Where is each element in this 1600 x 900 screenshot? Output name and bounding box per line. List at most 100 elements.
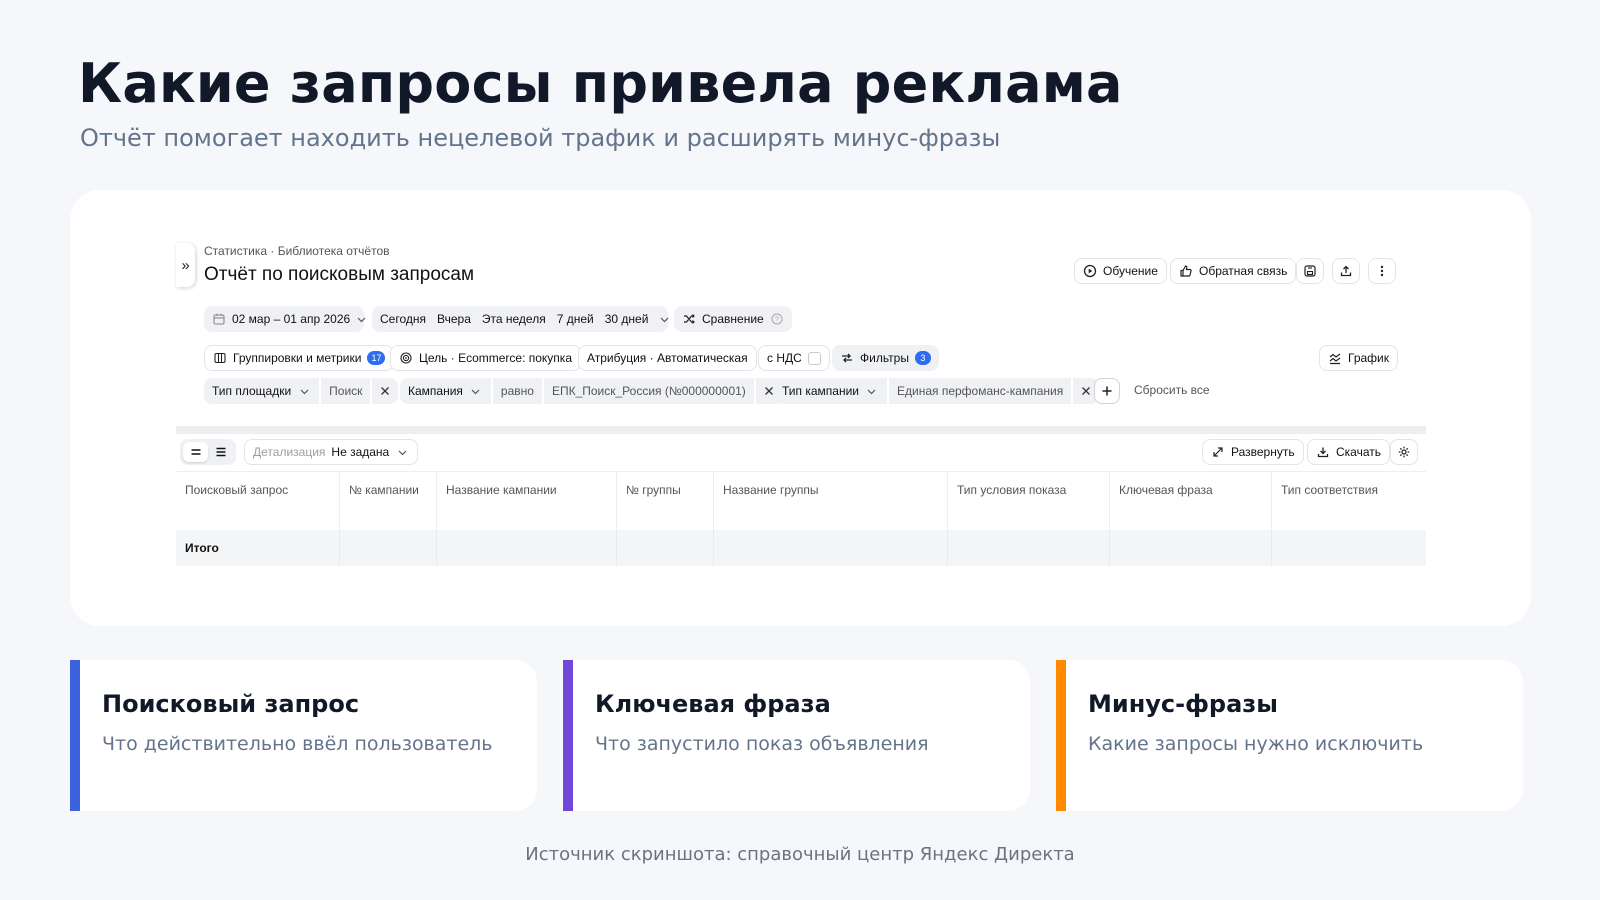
feature-title: Ключевая фраза xyxy=(595,690,831,718)
date-range-select[interactable]: 02 мар – 01 апр 2026 xyxy=(204,306,366,332)
feedback-button[interactable]: Обратная связь xyxy=(1170,258,1297,284)
save-button[interactable] xyxy=(1296,258,1324,284)
filter-chip-field-label: Кампания xyxy=(408,384,463,398)
column-header[interactable]: Поисковый запрос xyxy=(176,472,340,531)
filter-chip-platform: Тип площадки Поиск xyxy=(204,378,399,404)
download-button[interactable]: Скачать xyxy=(1307,439,1390,465)
view-toggle xyxy=(180,439,236,465)
filter-chip-remove[interactable] xyxy=(372,378,399,404)
period-7-days[interactable]: 7 дней xyxy=(557,312,594,326)
close-icon xyxy=(378,384,392,398)
attribution-label: Атрибуция · Автоматическая xyxy=(587,351,748,365)
feature-title: Поисковый запрос xyxy=(102,690,360,718)
filter-chip-field-label: Тип площадки xyxy=(212,384,292,398)
groupings-metrics-button[interactable]: Группировки и метрики 17 xyxy=(204,345,395,371)
add-filter-button[interactable] xyxy=(1094,378,1120,404)
table-cell xyxy=(714,530,948,566)
filter-chip-field[interactable]: Тип площадки xyxy=(204,378,320,404)
table-cell xyxy=(437,530,617,566)
breadcrumb[interactable]: Статистика · Библиотека отчётов xyxy=(204,244,390,258)
column-header[interactable]: Название кампании xyxy=(437,472,617,531)
vat-toggle[interactable]: с НДС xyxy=(758,345,830,371)
sidebar-expand-button[interactable]: » xyxy=(176,243,195,287)
feature-accent-bar xyxy=(70,660,80,811)
detail-label: Детализация xyxy=(253,445,326,459)
vat-checkbox[interactable] xyxy=(807,351,821,365)
column-header[interactable]: № группы xyxy=(617,472,714,531)
filter-chip-field-label: Тип кампании xyxy=(782,384,859,398)
period-yesterday[interactable]: Вчера xyxy=(437,312,471,326)
thumbs-up-icon xyxy=(1179,264,1193,278)
table-settings-button[interactable] xyxy=(1390,439,1418,465)
goal-label: Цель · Ecommerce: покупка xyxy=(419,351,572,365)
period-today[interactable]: Сегодня xyxy=(380,312,426,326)
chart-lines-icon xyxy=(1328,351,1342,365)
section-divider xyxy=(176,426,1426,434)
play-circle-icon xyxy=(1083,264,1097,278)
filter-chip-campaign-type: Тип кампании Единая перфоманс-кампания xyxy=(774,378,1100,404)
column-header[interactable]: Название группы xyxy=(714,472,948,531)
feature-card-keyword: Ключевая фраза Что запустило показ объяв… xyxy=(563,660,1030,811)
filter-chip-field[interactable]: Кампания xyxy=(400,378,491,404)
share-button[interactable] xyxy=(1332,258,1360,284)
view-expanded-button[interactable] xyxy=(208,442,233,462)
vat-label: с НДС xyxy=(767,351,802,365)
filters-button[interactable]: Фильтры 3 xyxy=(832,345,939,371)
report-screenshot: » Статистика · Библиотека отчётов Отчёт … xyxy=(176,240,1426,580)
slide-subtitle: Отчёт помогает находить нецелевой трафик… xyxy=(80,124,1001,152)
double-chevron-right-icon: » xyxy=(181,256,190,274)
attribution-select[interactable]: Атрибуция · Автоматическая xyxy=(578,345,757,371)
period-30-days[interactable]: 30 дней xyxy=(605,312,649,326)
detail-value: Не задана xyxy=(331,445,390,459)
table-cell xyxy=(340,530,437,566)
column-header[interactable]: Тип соответствия xyxy=(1272,472,1426,531)
filter-chip-campaign: Кампания равно ЕПК_Поиск_Россия (№000000… xyxy=(400,378,782,404)
expand-button[interactable]: Развернуть xyxy=(1202,439,1304,465)
period-this-week[interactable]: Эта неделя xyxy=(482,312,546,326)
chevron-down-icon[interactable] xyxy=(659,312,670,326)
chevron-down-icon xyxy=(469,384,483,398)
svg-text:?: ? xyxy=(775,317,779,324)
quick-period-group: Сегодня Вчера Эта неделя 7 дней 30 дней xyxy=(372,306,670,332)
filter-chip-value[interactable]: Поиск xyxy=(321,378,371,404)
filter-swap-icon xyxy=(840,351,854,365)
feature-description: Что запустило показ объявления xyxy=(595,733,929,755)
goal-select[interactable]: Цель · Ecommerce: покупка xyxy=(390,345,581,371)
columns-icon xyxy=(213,351,227,365)
filter-chip-value[interactable]: Единая перфоманс-кампания xyxy=(888,378,1072,404)
feature-description: Какие запросы нужно исключить xyxy=(1088,733,1424,755)
view-compact-button[interactable] xyxy=(183,442,208,462)
list-icon xyxy=(214,445,228,459)
column-header[interactable]: Тип условия показа xyxy=(948,472,1110,531)
chart-button[interactable]: График xyxy=(1319,345,1398,371)
save-icon xyxy=(1303,264,1317,278)
gear-icon xyxy=(1397,445,1411,459)
download-icon xyxy=(1316,445,1330,459)
chevron-down-icon xyxy=(865,384,879,398)
column-header[interactable]: Ключевая фраза xyxy=(1110,472,1272,531)
filter-chip-field[interactable]: Тип кампании xyxy=(774,378,887,404)
calendar-icon xyxy=(212,312,226,326)
filter-chip-value[interactable]: ЕПК_Поиск_Россия (№000000001) xyxy=(543,378,754,404)
chevron-down-icon xyxy=(297,384,311,398)
learning-label: Обучение xyxy=(1103,264,1158,278)
upload-icon xyxy=(1339,264,1353,278)
shuffle-icon xyxy=(682,312,696,326)
help-circle-icon: ? xyxy=(770,312,784,326)
table-total-row: Итого xyxy=(176,530,1426,566)
more-button[interactable] xyxy=(1368,258,1396,284)
feature-accent-bar xyxy=(563,660,573,811)
learning-button[interactable]: Обучение xyxy=(1074,258,1167,284)
table-cell xyxy=(176,530,340,566)
filter-chip-operator[interactable]: равно xyxy=(492,378,542,404)
plus-icon xyxy=(1100,384,1114,398)
table-cell xyxy=(617,530,714,566)
expand-arrows-icon xyxy=(1211,445,1225,459)
more-vertical-icon xyxy=(1375,264,1389,278)
comparison-button[interactable]: Сравнение ? xyxy=(674,306,792,332)
reset-all-link[interactable]: Сбросить все xyxy=(1134,383,1210,397)
filters-count-badge: 3 xyxy=(914,351,931,365)
detail-select[interactable]: Детализация Не задана xyxy=(244,439,419,465)
column-header[interactable]: № кампании xyxy=(340,472,437,531)
filters-label: Фильтры xyxy=(860,351,909,365)
